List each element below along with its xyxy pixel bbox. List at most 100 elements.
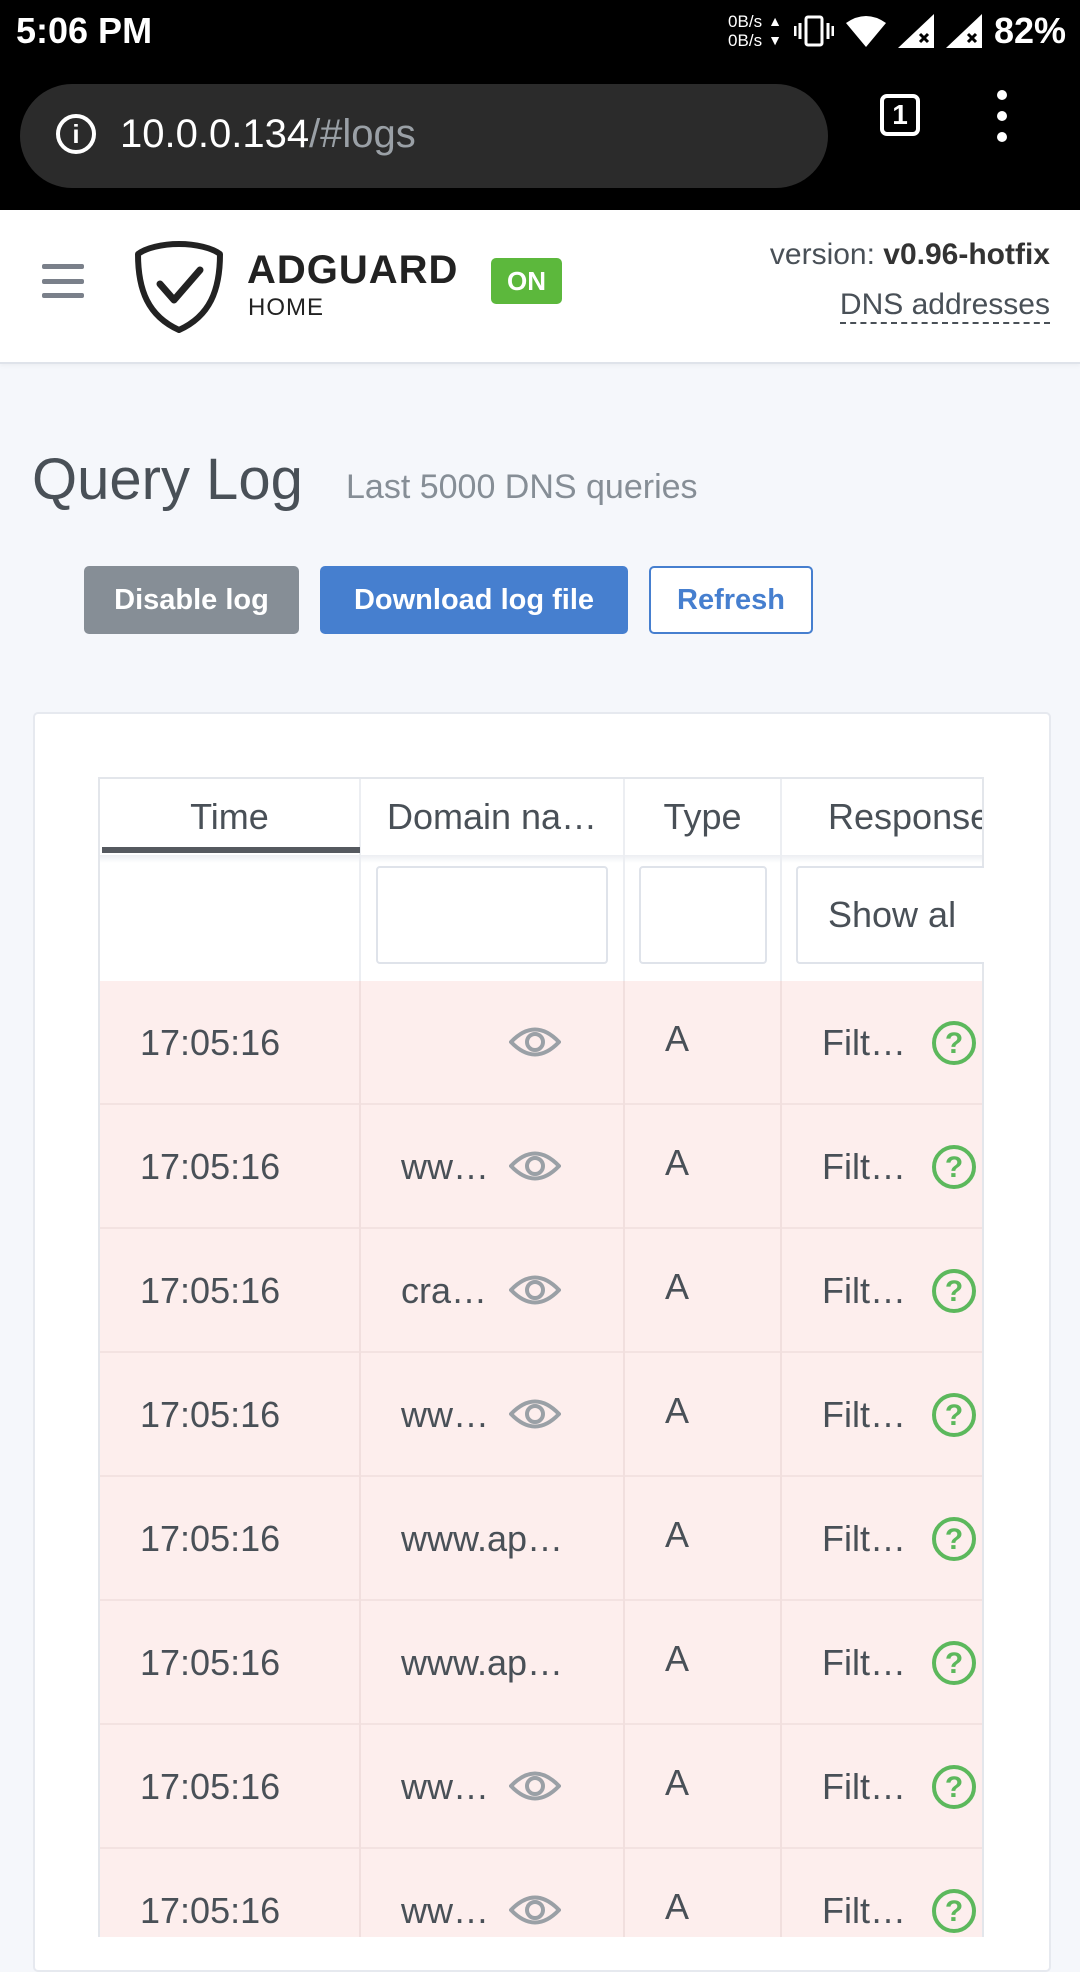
cell-domain: ww… [361, 1725, 625, 1849]
eye-icon[interactable] [508, 1891, 562, 1929]
overflow-menu-icon[interactable] [992, 90, 1012, 142]
domain-text[interactable]: www.ap… [401, 1601, 563, 1725]
domain-text[interactable]: ww… [401, 1725, 489, 1849]
table-row[interactable]: 17:05:16 ww… A Filt…? [100, 1353, 982, 1477]
status-icons: 0B/s 0B/s ▲ ▼ 82% [728, 8, 1066, 54]
question-circle-icon[interactable]: ? [932, 1765, 976, 1809]
cell-time: 17:05:16 [100, 1105, 361, 1229]
domain-text[interactable]: ww… [401, 1105, 489, 1229]
eye-icon[interactable] [508, 1395, 562, 1433]
table-header: Time Domain na… Type Response [100, 779, 982, 855]
cell-response: Filt…? [782, 1601, 982, 1725]
cell-domain: www.ap… [361, 1601, 625, 1725]
cell-time: 17:05:16 [100, 1229, 361, 1353]
eye-icon[interactable] [508, 1767, 562, 1805]
cell-type: A [625, 981, 782, 1105]
status-bar: 5:06 PM 0B/s 0B/s ▲ ▼ 82% [0, 0, 1080, 62]
url-path: /#logs [309, 112, 416, 156]
table-row[interactable]: 17:05:16 A Filt…? [100, 981, 982, 1105]
cell-type: A [625, 1477, 782, 1601]
cell-domain [361, 981, 625, 1105]
url-text[interactable]: 10.0.0.134/#logs [120, 112, 416, 157]
column-time[interactable]: Time [100, 779, 361, 855]
eye-icon[interactable] [508, 1023, 562, 1061]
eye-icon[interactable] [508, 1147, 562, 1185]
question-circle-icon[interactable]: ? [932, 1269, 976, 1313]
question-circle-icon[interactable]: ? [932, 1517, 976, 1561]
cell-domain: cra… [361, 1229, 625, 1353]
transfer-arrows-icon: ▲ ▼ [768, 13, 782, 48]
response-text: Filt… [822, 1146, 906, 1187]
domain-text[interactable]: www.ap… [401, 1477, 563, 1601]
logo-subtitle: HOME [248, 294, 324, 321]
wifi-icon [845, 16, 886, 47]
cell-response: Filt…? [782, 1229, 982, 1353]
vibrate-icon [793, 15, 834, 47]
table-row[interactable]: 17:05:16 cra… A Filt…? [100, 1229, 982, 1353]
cell-type: A [625, 1229, 782, 1353]
column-type[interactable]: Type [625, 779, 782, 855]
response-text: Filt… [822, 1022, 906, 1063]
table-row[interactable]: 17:05:16 www.ap… A Filt…? [100, 1601, 982, 1725]
domain-text[interactable]: cra… [401, 1229, 487, 1353]
battery-level: 82% [993, 10, 1066, 51]
cell-time: 17:05:16 [100, 1601, 361, 1725]
sort-indicator [102, 847, 360, 853]
cell-time: 17:05:16 [100, 1725, 361, 1849]
cell-response: Filt…? [782, 1725, 982, 1849]
cell-type: A [625, 1849, 782, 1937]
domain-filter-input[interactable] [376, 866, 608, 964]
dns-addresses-link[interactable]: DNS addresses [839, 288, 1050, 324]
cell-domain: ww… [361, 1849, 625, 1937]
refresh-button[interactable]: Refresh [649, 566, 813, 634]
page-title: Query Log [32, 447, 303, 512]
disable-log-button[interactable]: Disable log [84, 566, 299, 634]
table-row[interactable]: 17:05:16 ww… A Filt…? [100, 1725, 982, 1849]
app-header: ADGUARD HOME ON version: v0.96-hotfix DN… [0, 210, 1080, 364]
table-row[interactable]: 17:05:16 ww… A Filt…? [100, 1849, 982, 1937]
domain-text[interactable]: ww… [401, 1849, 489, 1937]
eye-icon[interactable] [508, 1271, 562, 1309]
download-log-button[interactable]: Download log file [320, 566, 628, 634]
network-speed: 0B/s 0B/s [728, 12, 762, 50]
response-filter-select[interactable]: Show al [796, 866, 984, 964]
version-value: v0.96-hotfix [883, 238, 1050, 271]
version-info: version: v0.96-hotfix [770, 238, 1050, 272]
browser-toolbar: i 10.0.0.134/#logs 1 [0, 62, 1080, 210]
question-circle-icon[interactable]: ? [932, 1145, 976, 1189]
page-subtitle: Last 5000 DNS queries [346, 468, 698, 506]
question-circle-icon[interactable]: ? [932, 1889, 976, 1933]
cell-time: 17:05:16 [100, 1353, 361, 1477]
domain-text[interactable]: ww… [401, 1353, 489, 1477]
cell-response: Filt…? [782, 1849, 982, 1937]
type-filter-input[interactable] [639, 866, 767, 964]
adguard-shield-icon[interactable] [134, 240, 224, 334]
cell-response: Filt…? [782, 1105, 982, 1229]
cell-response: Filt…? [782, 1477, 982, 1601]
tabs-icon[interactable]: 1 [880, 94, 920, 136]
cell-response: Filt…? [782, 1353, 982, 1477]
question-circle-icon[interactable]: ? [932, 1641, 976, 1685]
speed-up: 0B/s [728, 12, 763, 31]
response-text: Filt… [822, 1642, 906, 1683]
hamburger-menu-icon[interactable] [42, 264, 84, 298]
cell-type: A [625, 1725, 782, 1849]
response-text: Filt… [822, 1766, 906, 1807]
status-badge: ON [491, 258, 562, 304]
column-domain[interactable]: Domain na… [361, 779, 625, 855]
response-text: Filt… [822, 1890, 906, 1931]
table-row[interactable]: 17:05:16 www.ap… A Filt…? [100, 1477, 982, 1601]
logo-title: ADGUARD [247, 248, 459, 292]
cell-time: 17:05:16 [100, 981, 361, 1105]
question-circle-icon[interactable]: ? [932, 1393, 976, 1437]
column-response[interactable]: Response [782, 779, 982, 855]
question-circle-icon[interactable]: ? [932, 1021, 976, 1065]
signal-icon [897, 14, 934, 48]
cell-response: Filt…? [782, 981, 982, 1105]
signal-icon-2 [945, 14, 982, 48]
info-icon[interactable]: i [56, 114, 96, 154]
address-bar[interactable]: i 10.0.0.134/#logs [20, 84, 828, 188]
cell-type: A [625, 1353, 782, 1477]
cell-domain: www.ap… [361, 1477, 625, 1601]
table-row[interactable]: 17:05:16 ww… A Filt…? [100, 1105, 982, 1229]
